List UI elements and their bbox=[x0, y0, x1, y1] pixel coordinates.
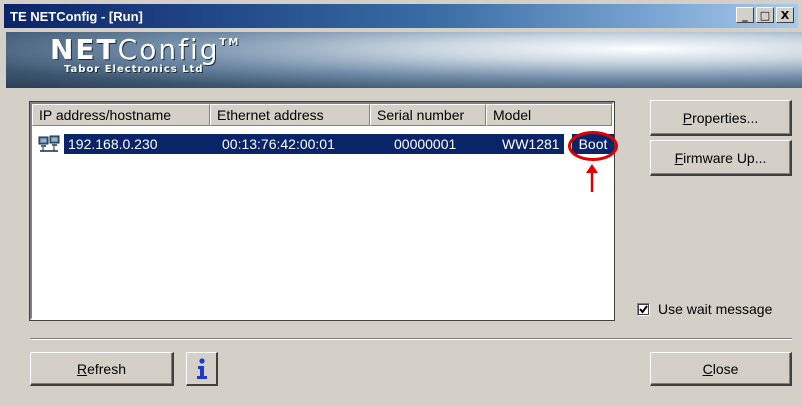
minimize-icon: _ bbox=[742, 8, 748, 22]
logo-config: Config bbox=[117, 33, 220, 66]
info-button[interactable] bbox=[186, 352, 218, 386]
close-label: lose bbox=[712, 360, 739, 377]
close-window-button[interactable]: X bbox=[776, 7, 794, 23]
info-icon bbox=[196, 357, 207, 379]
use-wait-message-checkbox[interactable] bbox=[637, 302, 650, 316]
refresh-mnemonic: R bbox=[76, 360, 88, 377]
netconfig-window: TE NETConfig - [Run] _ □ X NETConfigTM T… bbox=[0, 0, 802, 406]
cell-ip: 192.168.0.230 bbox=[68, 136, 158, 152]
refresh-button[interactable]: Refresh bbox=[30, 352, 174, 386]
boot-annotation-circle bbox=[568, 131, 618, 161]
column-header-ip[interactable]: IP address/hostname bbox=[32, 104, 210, 126]
network-computer-icon bbox=[34, 134, 64, 154]
separator bbox=[30, 338, 792, 340]
cell-model: WW1281 bbox=[502, 136, 560, 152]
caption-buttons: _ □ X bbox=[734, 7, 794, 23]
properties-mnemonic: P bbox=[682, 109, 693, 126]
column-header-model[interactable]: Model bbox=[486, 104, 612, 126]
properties-button[interactable]: Properties... bbox=[650, 100, 792, 136]
column-header-serial[interactable]: Serial number bbox=[370, 104, 486, 126]
close-mnemonic: C bbox=[702, 360, 713, 377]
refresh-label: efresh bbox=[87, 360, 127, 377]
use-wait-message-option[interactable]: Use wait message bbox=[637, 301, 772, 317]
logo-company: Tabor Electronics Ltd bbox=[64, 64, 204, 75]
firmware-mnemonic: F bbox=[674, 149, 684, 166]
logo-net: NET bbox=[50, 33, 118, 66]
firmware-update-button[interactable]: Firmware Up... bbox=[650, 140, 792, 176]
netconfig-logo: NETConfigTM bbox=[50, 36, 240, 64]
minimize-button[interactable]: _ bbox=[736, 7, 754, 23]
title-bar[interactable]: TE NETConfig - [Run] _ □ X bbox=[4, 4, 798, 28]
maximize-icon: □ bbox=[759, 8, 771, 22]
netconfig-banner: NETConfigTM Tabor Electronics Ltd bbox=[6, 32, 802, 88]
maximize-button[interactable]: □ bbox=[756, 7, 774, 23]
logo-trademark: TM bbox=[219, 37, 241, 48]
column-header-ethernet[interactable]: Ethernet address bbox=[210, 104, 370, 126]
close-button[interactable]: Close bbox=[650, 352, 792, 386]
device-list[interactable]: IP address/hostname Ethernet address Ser… bbox=[29, 101, 615, 321]
selected-row-cells: 192.168.0.230 00:13:76:42:00:01 00000001… bbox=[64, 134, 564, 154]
use-wait-message-label: Use wait message bbox=[658, 301, 773, 317]
close-icon: X bbox=[780, 8, 790, 22]
cell-ethernet: 00:13:76:42:00:01 bbox=[222, 136, 335, 152]
up-arrow-icon bbox=[586, 164, 598, 192]
cell-serial: 00000001 bbox=[394, 136, 457, 152]
firmware-label: irmware Up... bbox=[683, 149, 767, 166]
window-title: TE NETConfig - [Run] bbox=[10, 8, 143, 24]
list-header: IP address/hostname Ethernet address Ser… bbox=[32, 104, 612, 126]
checkmark-icon bbox=[639, 304, 648, 314]
table-row[interactable]: 192.168.0.230 00:13:76:42:00:01 00000001… bbox=[34, 134, 614, 154]
properties-label: roperties... bbox=[692, 109, 759, 126]
